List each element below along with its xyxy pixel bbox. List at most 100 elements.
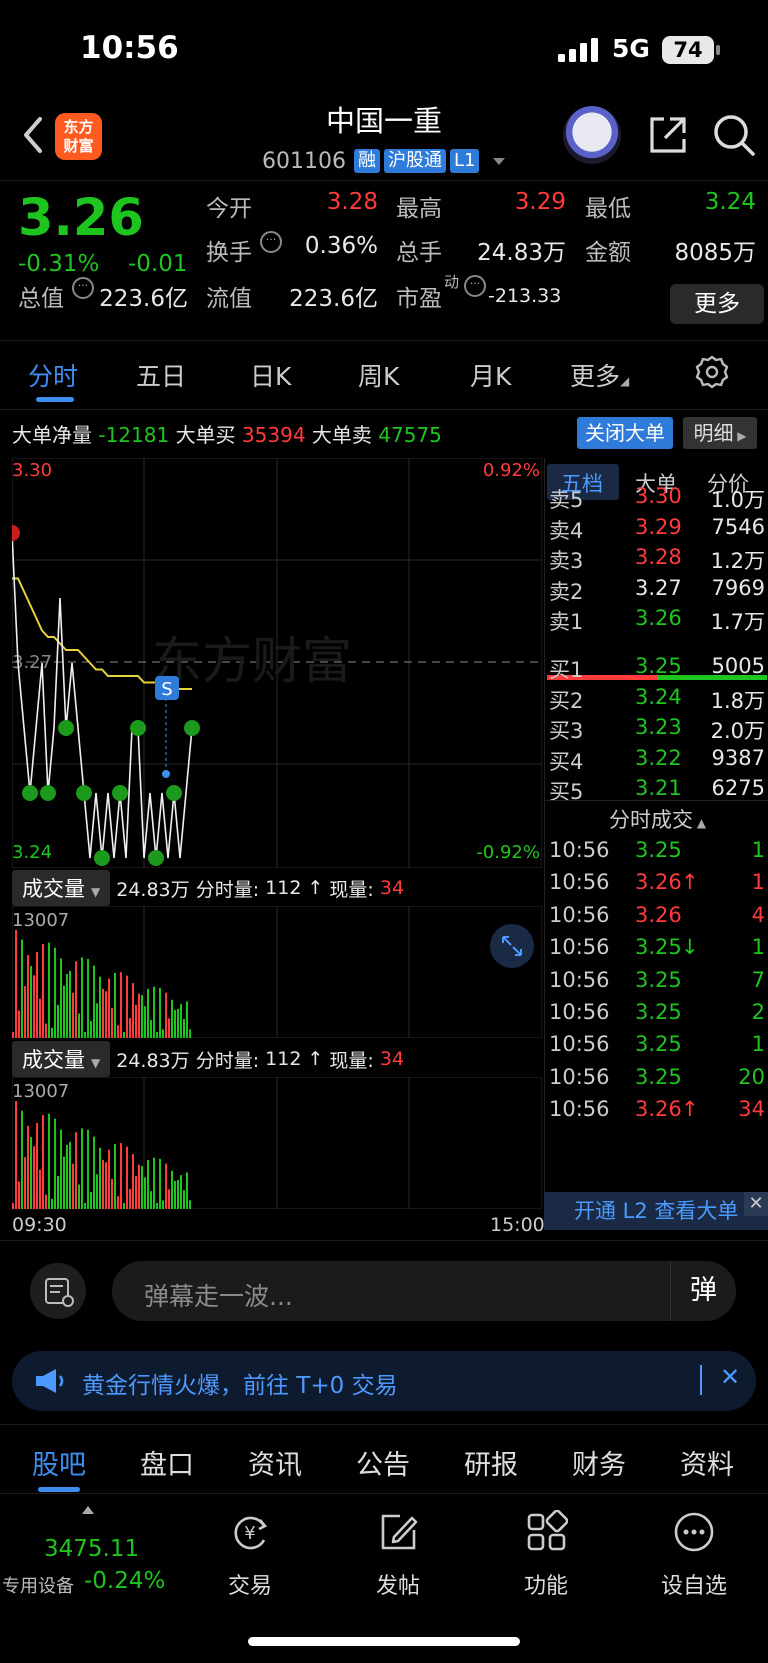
trade-time: 10:56	[549, 870, 610, 895]
sector-index-value[interactable]: 3475.11	[44, 1536, 139, 1562]
tab-research[interactable]: 研报	[464, 1443, 518, 1482]
quote-panel: 3.26 -0.31% -0.01 今开 3.28 最高 3.29 最低 3.2…	[0, 180, 768, 335]
search-icon[interactable]	[712, 113, 756, 157]
tab-news[interactable]: 资讯	[248, 1443, 302, 1482]
chart-tabs: 分时 五日 日K 周K 月K 更多◢	[0, 340, 768, 410]
ask-row[interactable]: 卖3 3.28 1.2万	[545, 541, 768, 573]
high-value: 3.29	[514, 189, 566, 215]
add-watchlist-button[interactable]: 设自选	[644, 1510, 744, 1600]
bottom-tabs: 股吧 盘口 资讯 公告 研报 财务 资料	[0, 1424, 768, 1494]
volume-bar	[159, 1158, 161, 1209]
volume-bar	[135, 1004, 137, 1038]
functions-button[interactable]: 功能	[496, 1509, 596, 1600]
tab-profile[interactable]: 资料	[680, 1443, 734, 1482]
post-button[interactable]: 发帖	[348, 1510, 448, 1600]
tab-forum[interactable]: 股吧	[32, 1443, 86, 1482]
tab-weekly-k[interactable]: 周K	[358, 357, 399, 393]
more-button[interactable]: 更多	[670, 284, 764, 324]
tab-more[interactable]: 更多◢	[570, 357, 629, 393]
detail-label: 明细	[693, 421, 734, 445]
volume-bar	[93, 965, 95, 1038]
volume-dropdown[interactable]: 成交量 ▼	[12, 870, 111, 906]
bid-row[interactable]: 买2 3.24 1.8万	[545, 681, 768, 713]
share-icon[interactable]	[648, 115, 688, 155]
gear-icon[interactable]	[695, 355, 729, 389]
volume-bar	[147, 988, 149, 1038]
trades-title[interactable]: 分时成交 ▲	[609, 804, 706, 834]
detail-button[interactable]: 明细 ▶	[683, 417, 757, 449]
tab-announcements[interactable]: 公告	[356, 1443, 410, 1482]
ask-row[interactable]: 卖4 3.29 7546	[545, 511, 768, 543]
stock-code-line[interactable]: 601106 融 沪股通 L1	[262, 146, 506, 176]
tab-daily-k[interactable]: 日K	[250, 357, 291, 393]
bid-price: 3.23	[635, 715, 682, 739]
volume-total: 24.83万	[116, 1049, 190, 1072]
close-icon[interactable]: ✕	[720, 1363, 740, 1391]
volume-bar	[99, 976, 101, 1038]
volume-bar	[60, 958, 62, 1038]
robot-assistant-icon[interactable]	[563, 106, 621, 164]
trade-time: 10:56	[549, 1064, 610, 1089]
low-label: 最低	[585, 196, 631, 222]
expand-icon[interactable]	[490, 924, 534, 968]
chart-watermark: 东方财富	[152, 632, 352, 690]
caret-up-icon: ▲	[693, 816, 707, 830]
volume-bar	[33, 1146, 35, 1209]
ask-row[interactable]: 卖2 3.27 7969	[545, 572, 768, 604]
tab-financials[interactable]: 财务	[572, 1443, 626, 1482]
volume-dropdown[interactable]: 成交量 ▼	[12, 1041, 111, 1077]
volume-bar	[159, 987, 161, 1038]
info-icon[interactable]: ···	[72, 277, 94, 299]
change-amount: -0.01	[128, 251, 188, 277]
tab-five-day[interactable]: 五日	[136, 357, 186, 393]
volume-bar	[129, 1018, 131, 1038]
bid-row[interactable]: 买3 3.23 2.0万	[545, 711, 768, 743]
trade-time: 10:56	[549, 902, 610, 927]
close-icon[interactable]: ✕	[744, 1192, 768, 1216]
trade-row: 10:56 3.25 20	[545, 1061, 768, 1095]
volume-bar	[39, 1169, 41, 1209]
bid-row[interactable]: 买1 3.25 5005	[545, 650, 768, 682]
trade-button[interactable]: ¥ 交易	[200, 1510, 300, 1600]
note-settings-icon[interactable]	[30, 1263, 86, 1319]
volume-bar	[54, 1118, 56, 1209]
period-value: 112	[265, 877, 302, 899]
danmu-button[interactable]: 弹	[670, 1261, 736, 1321]
open-value: 3.28	[326, 189, 378, 215]
volume-bar	[90, 1192, 92, 1209]
tab-monthly-k[interactable]: 月K	[470, 357, 511, 393]
comment-placeholder: 弹幕走一波...	[144, 1282, 293, 1311]
volume-bar	[51, 1027, 53, 1038]
tab-intraday[interactable]: 分时	[28, 357, 78, 393]
volume-bar	[72, 992, 74, 1038]
bid-row[interactable]: 买4 3.22 9387	[545, 742, 768, 774]
ask-row[interactable]: 卖1 3.26 1.7万	[545, 602, 768, 634]
open-label: 今开	[206, 196, 252, 222]
volume-bar	[111, 1007, 113, 1038]
volume-bar	[78, 1013, 80, 1038]
volume-bar	[93, 1136, 95, 1209]
info-icon[interactable]: ···	[260, 231, 282, 253]
volume-bar	[123, 1203, 125, 1209]
functions-label: 功能	[523, 1574, 568, 1599]
promo-banner[interactable]: 黄金行情火爆，前往 T+0 交易 ✕	[12, 1351, 756, 1411]
tab-market-depth[interactable]: 盘口	[140, 1443, 194, 1482]
edit-icon	[381, 1514, 418, 1550]
bid-volume: 2.0万	[710, 719, 765, 743]
intraday-chart[interactable]: 东方财富 3.30 0.92% 3.27 3.24 -0.92% S	[12, 458, 542, 868]
net-value: -12181	[98, 423, 170, 447]
volume-bar	[48, 942, 50, 1038]
battery-tip	[716, 45, 720, 55]
volume-bar	[108, 1149, 110, 1209]
l2-banner[interactable]: 开通 L2 查看大单	[544, 1192, 768, 1230]
info-icon[interactable]: ···	[464, 275, 486, 297]
volume-bar	[165, 992, 167, 1038]
divider	[700, 1365, 702, 1395]
volume-bar	[84, 1203, 86, 1209]
last-price: 3.26	[18, 189, 144, 248]
close-big-order-button[interactable]: 关闭大单	[577, 417, 673, 449]
ask-row[interactable]: 卖5 3.30 1.0万	[545, 480, 768, 512]
trade-price: 3.26	[635, 1097, 682, 1122]
volume-bar	[60, 1129, 62, 1209]
volume-bar	[168, 1018, 170, 1038]
